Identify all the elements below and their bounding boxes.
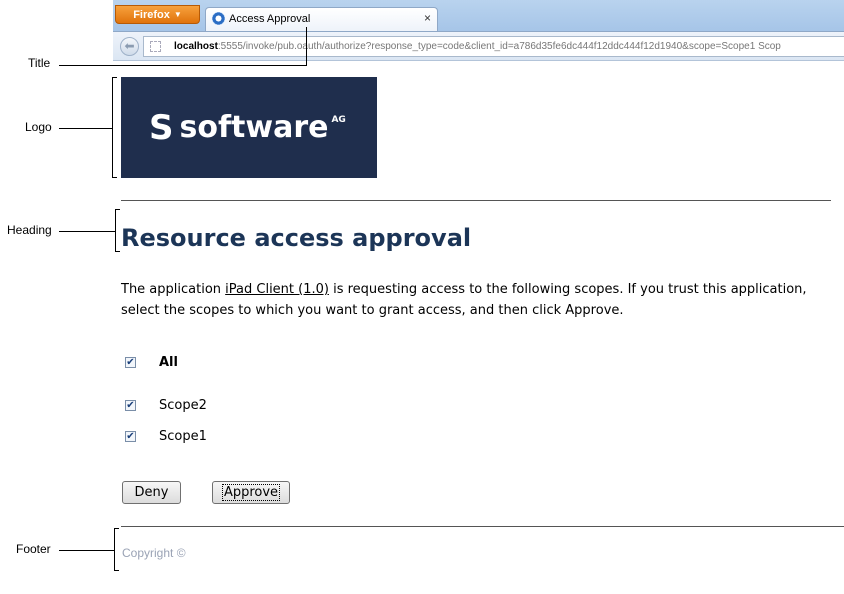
intro-text-before: The application — [121, 282, 226, 297]
callout-logo-bracket-top — [112, 77, 117, 78]
close-icon[interactable]: × — [424, 11, 431, 25]
url-path: :5555/invoke/pub.oauth/authorize?respons… — [217, 41, 781, 52]
callout-heading-bracket — [115, 209, 116, 252]
scope-row-all: ✔ All — [125, 355, 178, 370]
scope-label-scope2: Scope2 — [159, 398, 207, 413]
callout-heading-bracket-bottom — [115, 251, 120, 252]
callout-title-label: Title — [28, 56, 51, 70]
url-host: localhost — [174, 41, 218, 52]
logo-suffix: AG — [331, 115, 346, 125]
callout-heading-bracket-top — [115, 209, 120, 210]
software-ag-logo: S software AG — [121, 77, 377, 178]
firefox-menu-label: Firefox — [133, 8, 170, 21]
deny-button[interactable]: Deny — [122, 481, 181, 504]
scope-checkbox-scope2[interactable]: ✔ — [125, 400, 136, 411]
header-divider — [121, 200, 831, 201]
callout-footer-label: Footer — [16, 542, 51, 556]
tab-access-approval[interactable]: Access Approval × — [205, 7, 438, 31]
back-button[interactable]: ⬅ — [120, 37, 139, 56]
scope-label-scope1: Scope1 — [159, 429, 207, 444]
scope-row-scope2: ✔ Scope2 — [125, 398, 207, 413]
url-text: localhost:5555/invoke/pub.oauth/authoriz… — [174, 41, 781, 52]
page-heading: Resource access approval — [121, 224, 472, 252]
firefox-menu-button[interactable]: Firefox ▼ — [115, 5, 200, 24]
callout-heading-label: Heading — [7, 223, 52, 237]
callout-heading-leader — [59, 231, 115, 232]
footer-divider — [121, 526, 844, 527]
app-link[interactable]: iPad Client (1.0) — [225, 282, 329, 297]
address-bar[interactable]: localhost:5555/invoke/pub.oauth/authoriz… — [143, 36, 844, 57]
logo-wordmark: software — [179, 110, 329, 145]
tab-title: Access Approval — [229, 13, 311, 25]
chevron-down-icon: ▼ — [173, 10, 182, 19]
scope-checkbox-all[interactable]: ✔ — [125, 357, 136, 368]
scope-label-all: All — [159, 355, 178, 370]
logo-mark: S — [149, 107, 174, 148]
callout-title-leader — [59, 65, 306, 66]
callout-title-connector — [306, 27, 307, 66]
callout-footer-bracket-top — [114, 528, 119, 529]
callout-logo-bracket — [112, 77, 113, 178]
intro-paragraph: The application iPad Client (1.0) is req… — [121, 279, 836, 321]
callout-footer-bracket-bottom — [114, 570, 119, 571]
callout-logo-leader — [59, 128, 112, 129]
scope-row-scope1: ✔ Scope1 — [125, 429, 207, 444]
site-identity-icon — [150, 41, 161, 52]
callout-logo-label: Logo — [25, 120, 52, 134]
page-favicon-icon — [212, 12, 225, 25]
back-arrow-icon: ⬅ — [124, 39, 135, 53]
callout-logo-bracket-bottom — [112, 177, 117, 178]
scope-checkbox-scope1[interactable]: ✔ — [125, 431, 136, 442]
callout-footer-bracket — [114, 528, 115, 571]
callout-footer-leader — [59, 550, 114, 551]
copyright-text: Copyright © — [122, 546, 186, 560]
approve-button-label: Approve — [221, 484, 281, 501]
deny-button-label: Deny — [134, 485, 169, 500]
approve-button[interactable]: Approve — [212, 481, 290, 504]
